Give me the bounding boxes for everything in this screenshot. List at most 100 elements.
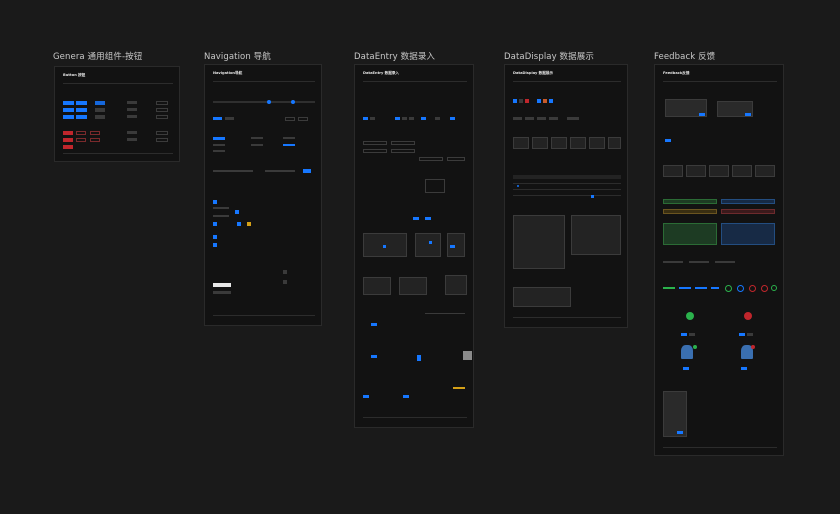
datadisplay-board[interactable]: DataDisplay 数据展示 (504, 64, 628, 328)
message[interactable] (709, 165, 729, 177)
message[interactable] (732, 165, 752, 177)
dropdown-trigger[interactable] (235, 210, 239, 214)
menu-item[interactable] (213, 150, 225, 152)
result-button[interactable] (747, 333, 753, 336)
drawer-confirm-button[interactable] (677, 431, 683, 434)
breadcrumb[interactable] (213, 170, 253, 172)
input-field[interactable] (213, 291, 231, 294)
text-input[interactable] (363, 149, 387, 153)
tab-active[interactable] (213, 117, 222, 120)
radio-button[interactable] (395, 117, 400, 120)
collapse-panel[interactable] (513, 287, 571, 307)
menu-item[interactable] (251, 144, 263, 146)
radio-button[interactable] (421, 117, 426, 120)
danger-button[interactable] (63, 145, 73, 149)
danger-outline-button[interactable] (76, 131, 86, 135)
default-button[interactable] (95, 108, 105, 112)
dropdown-trigger[interactable] (213, 222, 217, 226)
calendar-selected-date[interactable] (429, 241, 432, 244)
result-button[interactable] (683, 367, 689, 370)
link-button[interactable] (156, 115, 168, 119)
pagination-button[interactable] (303, 169, 311, 173)
disabled-button[interactable] (156, 131, 168, 135)
cascader-panel[interactable] (445, 275, 467, 295)
link-button[interactable] (156, 101, 168, 105)
submit-button[interactable] (371, 323, 377, 326)
navigation-board[interactable]: Navigation导航 (204, 64, 322, 326)
danger-button[interactable] (63, 138, 73, 142)
upload-button[interactable] (371, 355, 377, 358)
dropdown-item[interactable] (213, 215, 229, 217)
menu-item[interactable] (283, 137, 295, 139)
switch[interactable] (425, 217, 431, 220)
radio-button[interactable] (435, 117, 440, 120)
input-field[interactable] (213, 283, 231, 287)
tree-node[interactable] (283, 280, 287, 284)
result-button[interactable] (681, 333, 687, 336)
tab[interactable] (225, 117, 234, 120)
form-button[interactable] (403, 395, 409, 398)
transfer-list[interactable] (399, 277, 427, 295)
ghost-button[interactable] (127, 131, 137, 134)
danger-outline-button[interactable] (90, 138, 100, 142)
danger-outline-button[interactable] (90, 131, 100, 135)
radio-button[interactable] (370, 117, 375, 120)
primary-button[interactable] (76, 108, 87, 112)
select-input[interactable] (419, 157, 443, 161)
pagination-item[interactable] (265, 170, 295, 172)
step-done[interactable] (291, 100, 295, 104)
text-button[interactable] (127, 101, 137, 104)
slider-track[interactable] (425, 313, 465, 314)
card[interactable] (570, 137, 586, 149)
menu-item-active[interactable] (283, 144, 295, 146)
text-button[interactable] (127, 108, 137, 111)
upload-preview[interactable] (417, 355, 421, 361)
avatar-upload[interactable] (463, 351, 472, 360)
card[interactable] (608, 137, 621, 149)
message[interactable] (663, 165, 683, 177)
radio-button[interactable] (409, 117, 414, 120)
calendar-selected-date[interactable] (383, 245, 386, 248)
textarea[interactable] (425, 179, 445, 193)
time-picker-selected[interactable] (450, 245, 455, 248)
text-button[interactable] (127, 115, 137, 118)
menu-item[interactable] (213, 144, 225, 146)
trigger-button[interactable] (665, 139, 671, 142)
card[interactable] (513, 137, 529, 149)
primary-button[interactable] (63, 101, 74, 105)
message[interactable] (755, 165, 775, 177)
popconfirm-ok-button[interactable] (745, 113, 751, 116)
button-board[interactable]: Button 按钮 (54, 66, 180, 162)
transfer-list[interactable] (363, 277, 391, 295)
list[interactable] (571, 215, 621, 255)
primary-button[interactable] (76, 101, 87, 105)
steps-bar[interactable] (213, 101, 315, 103)
text-input[interactable] (363, 141, 387, 145)
tab[interactable] (285, 117, 295, 121)
default-button[interactable] (95, 101, 105, 105)
menu-item[interactable] (251, 137, 263, 139)
tree-node[interactable] (283, 270, 287, 274)
text-input[interactable] (391, 141, 415, 145)
dropdown-item[interactable] (213, 207, 229, 209)
pagination-current[interactable] (591, 195, 594, 198)
result-button[interactable] (739, 333, 745, 336)
dropdown-trigger[interactable] (237, 222, 241, 226)
primary-button[interactable] (76, 115, 87, 119)
switch[interactable] (413, 217, 419, 220)
link-button[interactable] (156, 108, 168, 112)
drawer[interactable] (663, 391, 687, 437)
select-input[interactable] (447, 157, 465, 161)
danger-outline-button[interactable] (76, 138, 86, 142)
dropdown-trigger[interactable] (213, 243, 217, 247)
dataentry-board[interactable]: DataEntry 数据录入 (354, 64, 474, 428)
radio-button[interactable] (363, 117, 368, 120)
popconfirm-ok-button[interactable] (699, 113, 705, 116)
card[interactable] (589, 137, 605, 149)
dropdown-trigger[interactable] (213, 200, 217, 204)
dropdown-trigger[interactable] (213, 235, 217, 239)
primary-button[interactable] (63, 115, 74, 119)
radio-button[interactable] (450, 117, 455, 120)
card[interactable] (532, 137, 548, 149)
result-button[interactable] (741, 367, 747, 370)
